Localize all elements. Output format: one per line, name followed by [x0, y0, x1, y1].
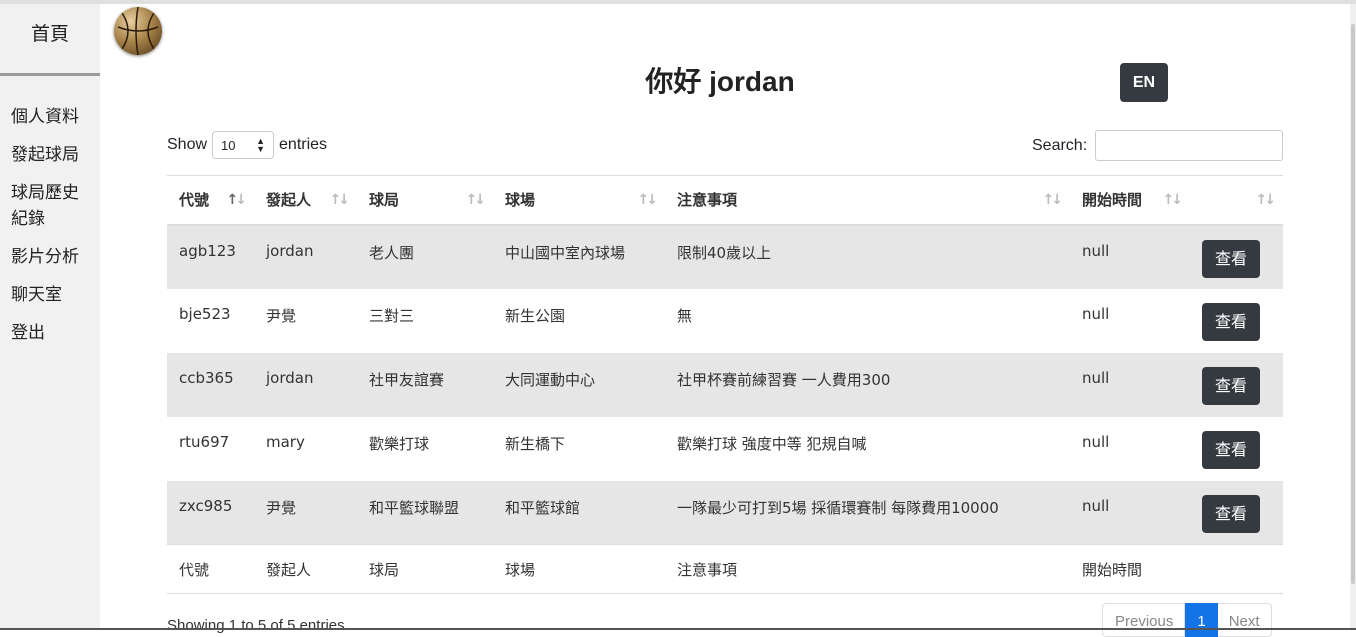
cell-notes: 社甲杯賽前練習賽 一人費用300	[665, 352, 1070, 417]
cell-host: 尹覺	[254, 480, 357, 545]
cell-action: 查看	[1190, 417, 1283, 481]
cell-notes: 歡樂打球 強度中等 犯規自喊	[677, 434, 867, 453]
sort-icon: ↑↓	[329, 192, 351, 208]
cell-game: 老人團	[357, 224, 493, 289]
sort-icon: ↑↓	[1162, 192, 1184, 208]
cell-start-time: null	[1082, 432, 1110, 451]
cell-action: 查看	[1190, 289, 1283, 353]
search-control: Search:	[1032, 130, 1284, 161]
sidebar-item-chatroom[interactable]: 聊天室	[0, 276, 100, 314]
next-page-button[interactable]: Next	[1217, 603, 1272, 637]
cell-notes: 一隊最少可打到5場 採循環賽制 每隊費用10000	[665, 480, 1070, 545]
search-label: Search:	[1032, 136, 1088, 154]
cell-host: mary	[266, 432, 305, 451]
cell-court: 新生橋下	[505, 434, 566, 453]
sidebar: 首頁 個人資料 發起球局 球局歷史紀錄 影片分析 聊天室 登出	[0, 4, 100, 630]
footer-notes: 注意事項	[665, 544, 1070, 594]
page-1-button[interactable]: 1	[1185, 603, 1218, 637]
cell-start-time: null	[1070, 480, 1190, 545]
previous-page-button[interactable]: Previous	[1102, 603, 1186, 637]
column-header-court[interactable]: 球場 ↑↓	[493, 175, 665, 226]
cell-start-time: null	[1082, 304, 1110, 323]
sort-asc-icon: ↑↓	[226, 192, 248, 208]
view-button[interactable]: 查看	[1202, 494, 1260, 533]
table-row: bje523 尹覺 三對三 新生公園 無 null 查看	[167, 289, 1283, 353]
cell-court: 和平籃球館	[493, 480, 665, 545]
cell-start-time: null	[1070, 224, 1190, 289]
table-row: zxc985 尹覺 和平籃球聯盟 和平籃球館 一隊最少可打到5場 採循環賽制 每…	[167, 480, 1283, 545]
cell-code: bje523	[179, 304, 231, 323]
footer-host: 發起人	[254, 544, 357, 594]
cell-host: jordan	[254, 352, 357, 417]
home-link[interactable]: 首頁	[0, 4, 100, 76]
footer-action	[1190, 544, 1283, 594]
sidebar-item-profile[interactable]: 個人資料	[0, 98, 100, 136]
sort-icon: ↑↓	[1042, 192, 1064, 208]
cell-code: ccb365	[167, 352, 254, 417]
top-border	[0, 0, 1356, 4]
sidebar-nav: 個人資料 發起球局 球局歷史紀錄 影片分析 聊天室 登出	[0, 76, 100, 352]
table-row: ccb365 jordan 社甲友誼賽 大同運動中心 社甲杯賽前練習賽 一人費用…	[167, 352, 1283, 417]
cell-action: 查看	[1190, 352, 1283, 417]
view-button[interactable]: 查看	[1202, 239, 1260, 278]
sidebar-item-game-history[interactable]: 球局歷史紀錄	[0, 174, 90, 238]
sort-icon: ↑↓	[465, 192, 487, 208]
scrollbar-thumb[interactable]	[1351, 24, 1355, 584]
cell-host: jordan	[254, 224, 357, 289]
footer-game: 球局	[357, 544, 493, 594]
sort-icon: ↑↓	[637, 192, 659, 208]
column-header-host[interactable]: 發起人 ↑↓	[254, 175, 357, 226]
entries-select[interactable]: 10 ▲ ▼	[212, 131, 275, 159]
entries-label: entries	[279, 136, 328, 153]
view-button[interactable]: 查看	[1202, 430, 1260, 469]
table-row: agb123 jordan 老人團 中山國中室內球場 限制40歲以上 null …	[167, 224, 1283, 289]
sort-icon: ↑↓	[1255, 192, 1277, 208]
sidebar-item-create-game[interactable]: 發起球局	[0, 136, 100, 174]
games-table: 代號 ↑↓ 發起人 ↑↓ 球局 ↑↓ 球場 ↑↓ 注意事項 ↑↓ 開始時間 ↑↓ ↑↓ ag…	[167, 175, 1283, 594]
cell-action: 查看	[1190, 224, 1283, 289]
column-header-code[interactable]: 代號 ↑↓	[167, 175, 254, 226]
cell-start-time: null	[1070, 352, 1190, 417]
show-label: Show	[167, 136, 208, 153]
column-header-action[interactable]: ↑↓	[1190, 175, 1283, 226]
cell-court: 新生公園	[505, 306, 566, 325]
select-arrows-icon: ▲ ▼	[256, 136, 266, 154]
cell-code: rtu697	[179, 432, 230, 451]
scrollbar[interactable]	[1350, 4, 1356, 630]
entries-value: 10	[221, 137, 236, 153]
view-button[interactable]: 查看	[1202, 302, 1260, 341]
entries-length-control: Show 10 ▲ ▼ entries	[167, 131, 327, 159]
table-row: rtu697 mary 歡樂打球 新生橋下 歡樂打球 強度中等 犯規自喊 nul…	[167, 417, 1283, 481]
table-header-row: 代號 ↑↓ 發起人 ↑↓ 球局 ↑↓ 球場 ↑↓ 注意事項 ↑↓ 開始時間 ↑↓ ↑↓	[167, 175, 1283, 226]
cell-court: 大同運動中心	[493, 352, 665, 417]
view-button[interactable]: 查看	[1202, 366, 1260, 405]
cell-game: 歡樂打球	[369, 434, 430, 453]
column-header-game[interactable]: 球局 ↑↓	[357, 175, 493, 226]
cell-game: 三對三	[369, 306, 415, 325]
column-header-start-time[interactable]: 開始時間 ↑↓	[1070, 175, 1190, 226]
cell-court: 中山國中室內球場	[493, 224, 665, 289]
page-title: 你好 jordan	[645, 66, 795, 97]
cell-code: zxc985	[167, 480, 254, 545]
table-info: Showing 1 to 5 of 5 entries	[167, 617, 345, 634]
cell-game: 和平籃球聯盟	[357, 480, 493, 545]
table-footer-row: 代號 發起人 球局 球場 注意事項 開始時間	[167, 544, 1283, 594]
cell-notes: 限制40歲以上	[665, 224, 1070, 289]
cell-game: 社甲友誼賽	[357, 352, 493, 417]
footer-court: 球場	[493, 544, 665, 594]
cell-code: agb123	[167, 224, 254, 289]
basketball-logo-icon[interactable]	[114, 7, 162, 55]
sidebar-item-logout[interactable]: 登出	[0, 314, 100, 352]
cell-host: 尹覺	[266, 306, 297, 325]
sidebar-item-video-analysis[interactable]: 影片分析	[0, 238, 100, 276]
cell-notes: 無	[677, 306, 693, 325]
footer-start-time: 開始時間	[1070, 544, 1190, 594]
column-header-notes[interactable]: 注意事項 ↑↓	[665, 175, 1070, 226]
cell-action: 查看	[1190, 480, 1283, 545]
language-toggle-button[interactable]: EN	[1120, 63, 1168, 102]
footer-code: 代號	[167, 544, 254, 594]
search-input[interactable]	[1095, 130, 1284, 161]
pagination: Previous 1 Next	[1102, 603, 1272, 637]
